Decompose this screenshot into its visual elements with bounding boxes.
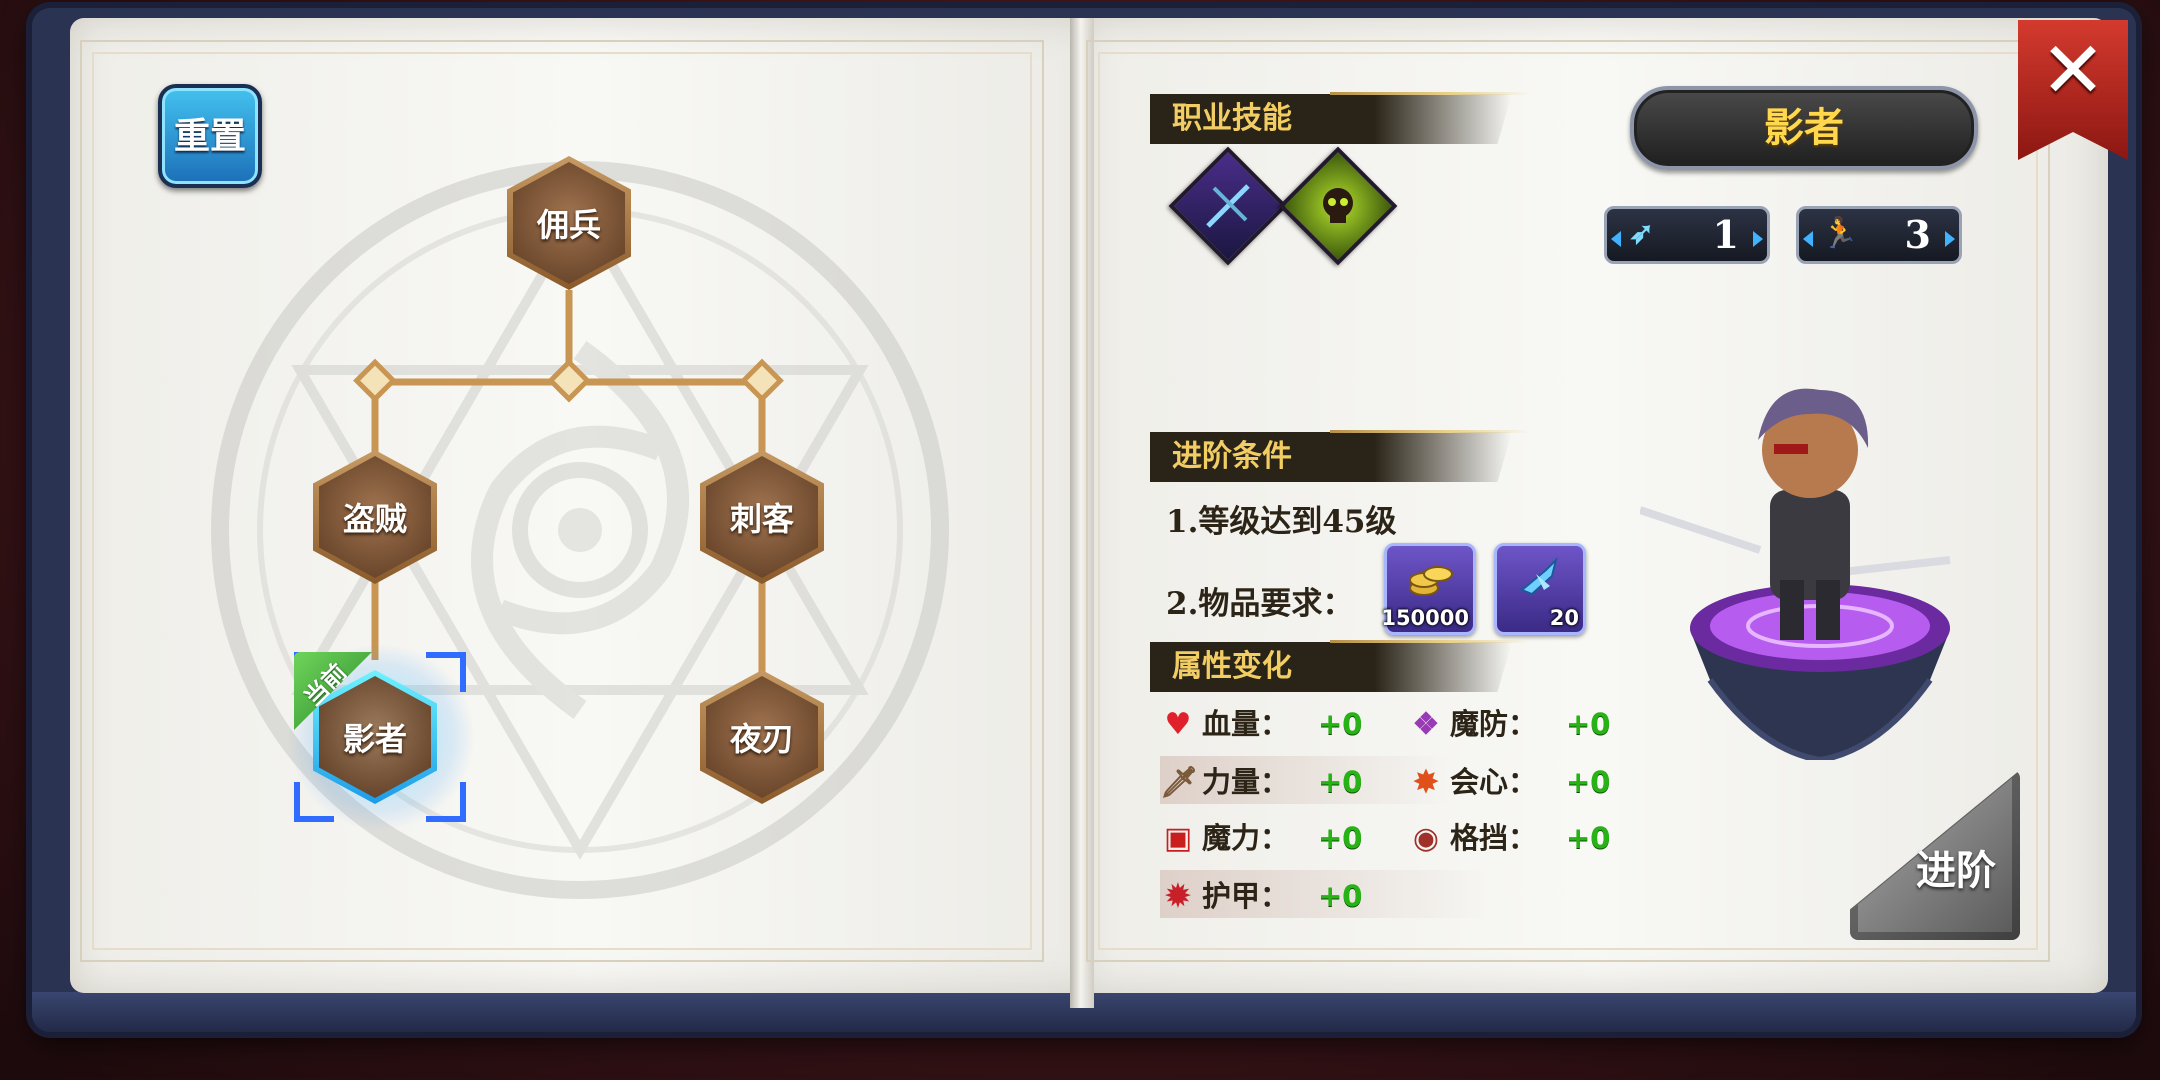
attr-value: +0: [1318, 707, 1363, 741]
attr-armor: ✹ 护甲： +0: [1160, 874, 1362, 918]
advance-button[interactable]: 进阶: [1850, 770, 2020, 940]
title-rule: [1330, 92, 1530, 95]
class-node-label: 影者: [319, 676, 431, 798]
class-node-label: 刺客: [706, 456, 818, 578]
spellbook-icon: ▣: [1163, 821, 1193, 856]
section-title-skills: 职业技能: [1150, 94, 1512, 144]
attr-hp: ♥ 血量： +0: [1160, 702, 1363, 746]
title-rule: [1330, 430, 1530, 433]
book-spine: [1070, 18, 1094, 1008]
stat-speed: 🏃 3: [1796, 206, 1962, 264]
arrow-left-icon: [1611, 231, 1621, 247]
gold-coins-icon: [1387, 556, 1473, 610]
speed-icon: 🏃: [1821, 216, 1859, 251]
attr-value: +0: [1566, 821, 1611, 855]
magic-defense-icon: ❖: [1412, 707, 1440, 742]
stat-value: 1: [1712, 212, 1739, 257]
stat-attack-range: ➶ 1: [1604, 206, 1770, 264]
attr-label: 护甲：: [1202, 879, 1290, 913]
attr-value: +0: [1318, 821, 1363, 855]
selection-bracket-tr: [426, 652, 466, 692]
poison-skull-skill-icon: [1300, 168, 1376, 244]
blue-crystal-icon: [1497, 556, 1583, 610]
required-item-crystal[interactable]: 20: [1494, 543, 1586, 635]
title-rule: [1330, 640, 1530, 643]
hero-character: [1640, 388, 1951, 640]
attr-label: 血量：: [1202, 707, 1290, 741]
arrow-right-icon: [1945, 231, 1955, 247]
heart-icon: ♥: [1164, 707, 1192, 742]
arrow-left-icon: [1803, 231, 1813, 247]
attr-value: +0: [1566, 765, 1611, 799]
section-title-advance-conditions: 进阶条件: [1150, 432, 1512, 482]
stat-value: 3: [1904, 212, 1931, 257]
class-node-label: 佣兵: [513, 162, 625, 284]
required-item-gold[interactable]: 150000: [1381, 543, 1476, 635]
class-node-label: 夜刃: [706, 676, 818, 798]
selection-bracket-bl: [294, 782, 334, 822]
close-icon: ✕: [2040, 26, 2106, 116]
class-tree-connectors: [353, 290, 784, 674]
shield-block-icon: ◉: [1412, 821, 1440, 856]
attr-value: +0: [1318, 879, 1363, 913]
attr-strength: 🗡 力量： +0: [1160, 760, 1362, 804]
attr-label: 魔防：: [1450, 707, 1538, 741]
class-node-label: 盗贼: [319, 456, 431, 578]
attr-label: 力量：: [1202, 765, 1290, 799]
item-qty: 20: [1549, 606, 1579, 630]
dual-blade-skill-icon: [1190, 168, 1266, 244]
attr-magic-defense: ❖ 魔防： +0: [1408, 702, 1611, 746]
condition-level: 1.等级达到45级: [1166, 504, 1397, 540]
armor-icon: ✹: [1165, 879, 1191, 914]
attr-label: 会心：: [1450, 765, 1538, 799]
item-qty: 150000: [1381, 606, 1469, 630]
advance-button-label: 进阶: [1916, 847, 1996, 894]
attr-label: 格挡：: [1450, 821, 1538, 855]
selection-bracket-br: [426, 782, 466, 822]
attr-value: +0: [1566, 707, 1611, 741]
arrow-right-icon: [1753, 231, 1763, 247]
attr-value: +0: [1318, 765, 1363, 799]
condition-items: 2.物品要求：: [1166, 586, 1354, 622]
sword-icon: 🗡: [1160, 765, 1199, 800]
attr-magic-power: ▣ 魔力： +0: [1160, 816, 1363, 860]
section-title-attribute-changes: 属性变化: [1150, 642, 1512, 692]
attack-range-icon: ➶: [1629, 216, 1655, 251]
attr-label: 魔力：: [1202, 821, 1290, 855]
attr-critical: ✸ 会心： +0: [1408, 760, 1610, 804]
class-name-plate: 影者: [1630, 86, 1978, 170]
critical-icon: ✸: [1413, 765, 1439, 800]
attr-block: ◉ 格挡： +0: [1408, 816, 1611, 860]
